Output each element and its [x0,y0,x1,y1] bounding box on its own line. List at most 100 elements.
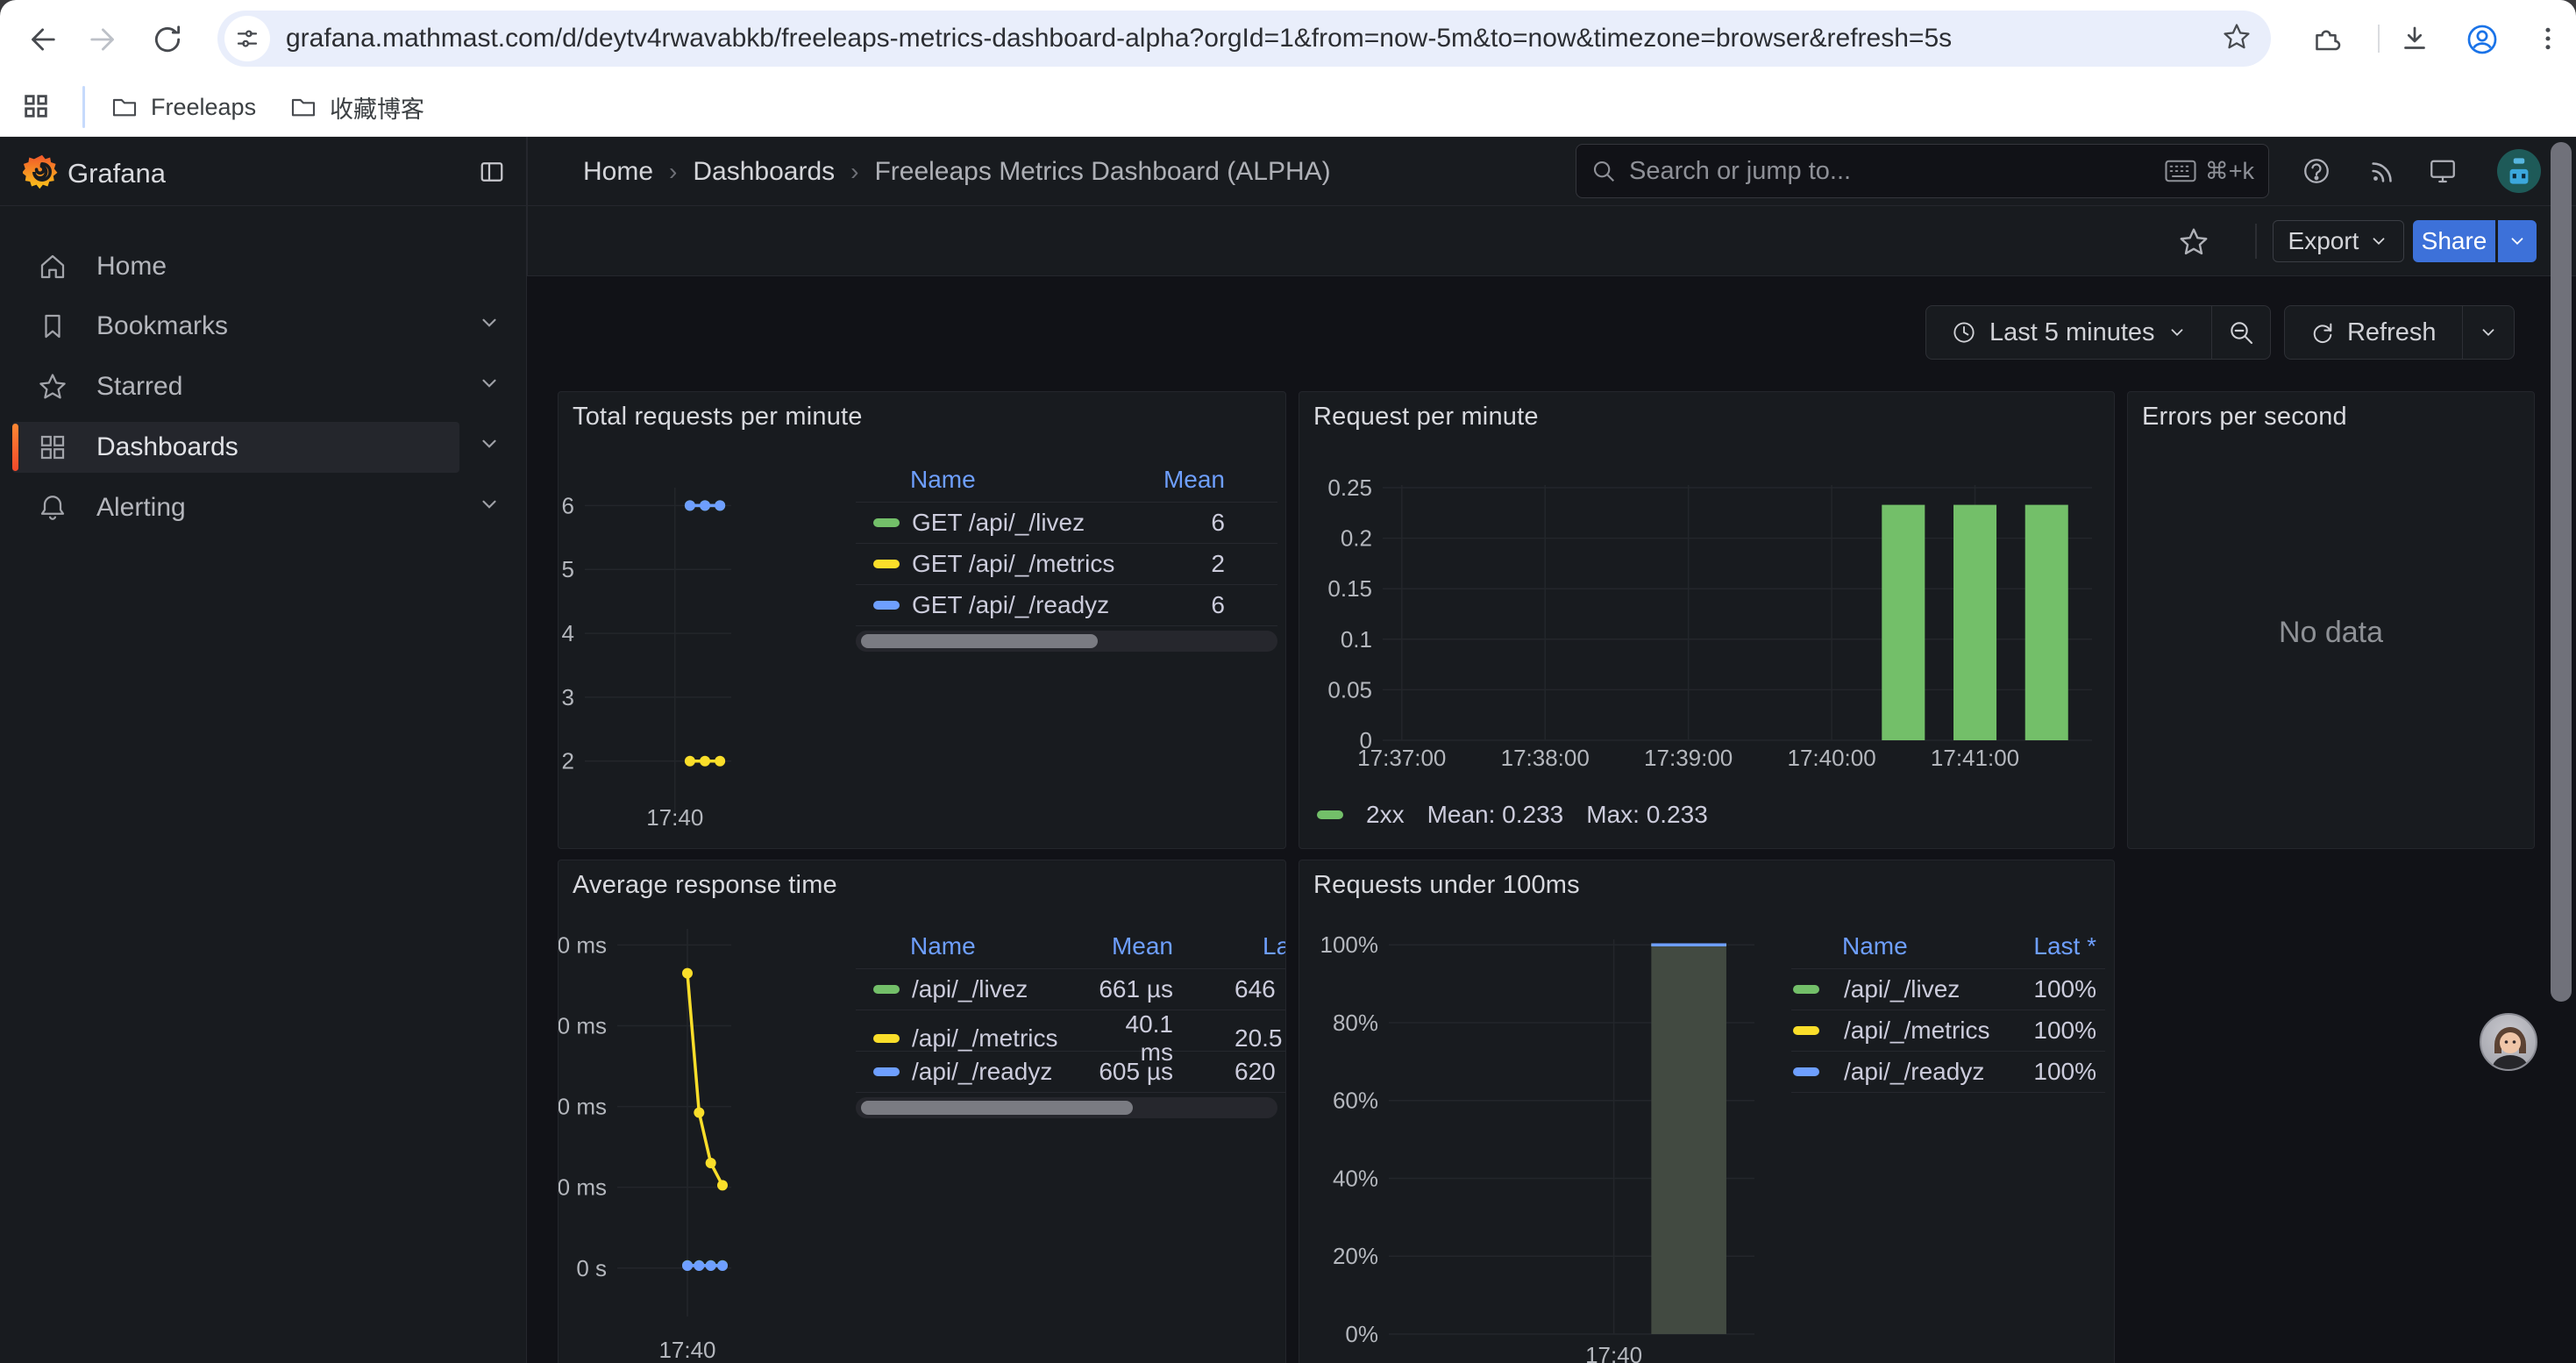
legend-horizontal-scrollbar[interactable] [856,1097,1277,1118]
refresh-interval-button[interactable] [2463,306,2514,359]
series-name[interactable]: /api/_/metrics [910,1024,1099,1053]
series-name[interactable]: /api/_/readyz [910,1058,1099,1086]
series-mean: 605 µs [1099,1058,1235,1086]
panel-title[interactable]: Requests under 100ms [1313,871,1580,900]
svg-text:17:41:00: 17:41:00 [1931,745,2019,771]
bar-chart[interactable]: 0.250.20.150.10.05017:37:0017:38:0017:39… [1312,457,2110,825]
legend-table: Name Last * /api/_/livez 100% /api/_/met… [1791,924,2105,1093]
svg-text:40%: 40% [1333,1165,1378,1191]
sidebar-item-alerting[interactable]: Alerting [0,482,526,533]
series-name[interactable]: GET /api/_/readyz [910,591,1137,619]
series-name[interactable]: /api/_/readyz [1842,1058,1991,1086]
legend-col-mean[interactable]: Mean [1099,932,1235,960]
series-mean: Mean: 0.233 [1427,801,1564,829]
chevron-down-icon[interactable] [478,432,501,462]
series-color-chip [873,1067,900,1076]
chevron-down-icon[interactable] [478,493,501,523]
browser-profile-icon[interactable] [2466,23,2499,56]
legend: 2xx Mean: 0.233 Max: 0.233 [1317,801,1708,829]
sidebar-item-dashboards[interactable]: Dashboards [0,422,526,473]
legend-col-name[interactable]: Name [910,466,1137,494]
share-button[interactable]: Share [2413,220,2495,262]
url-text[interactable]: grafana.mathmast.com/d/deytv4rwavabkb/fr… [286,24,2222,54]
series-name[interactable]: /api/_/metrics [1842,1017,1991,1045]
chevron-down-icon[interactable] [478,372,501,402]
sidebar-item-starred[interactable]: Starred [0,361,526,412]
breadcrumb: Home › Dashboards › Freeleaps Metrics Da… [583,137,1331,206]
toolbar-divider [2378,25,2380,53]
search-input[interactable]: Search or jump to... ⌘+k [1576,144,2269,198]
series-name[interactable]: /api/_/livez [910,975,1099,1003]
star-dashboard-icon[interactable] [2178,226,2210,258]
series-name[interactable]: GET /api/_/metrics [910,550,1137,578]
bookmark-folder-freeleaps[interactable]: Freeleaps [110,77,256,137]
panel-title[interactable]: Total requests per minute [573,403,863,432]
help-icon[interactable] [2290,144,2343,198]
grafana-logo[interactable] [23,153,61,191]
line-chart[interactable]: 80 ms60 ms40 ms20 ms0 s17:40 [558,913,895,1363]
series-name[interactable]: 2xx [1366,801,1405,829]
legend-horizontal-scrollbar[interactable] [856,631,1277,652]
back-icon[interactable] [25,23,58,56]
chevron-down-icon[interactable] [478,311,501,341]
panel-title[interactable]: Errors per second [2142,403,2347,432]
page-scrollbar[interactable] [2546,137,2576,1363]
legend-table: Name Mean Last * /api/_/livez 661 µs 646… [856,924,1286,1118]
sidebar-item-label: Bookmarks [96,311,228,341]
series-color-chip [873,985,900,994]
series-name[interactable]: /api/_/livez [1842,975,1991,1003]
bookmark-star-icon[interactable] [2222,22,2252,56]
share-menu-button[interactable] [2498,220,2537,262]
news-rss-icon[interactable] [2357,144,2409,198]
search-shortcut: ⌘+k [2165,158,2254,185]
download-icon[interactable] [2399,23,2430,54]
svg-text:60 ms: 60 ms [558,1013,607,1039]
panel-requests-under-100ms: Requests under 100ms 100%80%60%40%20%0%1… [1299,860,2115,1363]
assistant-avatar[interactable] [2480,1013,2537,1071]
site-settings-icon[interactable] [224,16,270,61]
svg-text:0.2: 0.2 [1341,525,1372,552]
svg-text:17:38:00: 17:38:00 [1501,745,1590,771]
zoom-out-button[interactable] [2212,306,2270,359]
svg-text:17:40: 17:40 [658,1337,715,1363]
sidebar-item-home[interactable]: Home [0,241,526,292]
series-mean: 6 [1137,591,1277,619]
export-button[interactable]: Export [2273,220,2404,262]
apps-grid-icon[interactable] [21,91,51,121]
sidebar-item-label: Alerting [96,493,186,523]
svg-text:2: 2 [562,748,574,774]
legend-col-name[interactable]: Name [910,932,1099,960]
legend-col-name[interactable]: Name [1842,932,1991,960]
grafana-brand[interactable]: Grafana [68,158,166,189]
legend-col-last[interactable]: Last * [1991,932,2105,960]
scrollbar-thumb[interactable] [2551,142,2572,1002]
legend-row: /api/_/livez 100% [1791,969,2105,1010]
browser-menu-icon[interactable] [2532,23,2564,54]
panel-title[interactable]: Request per minute [1313,403,1539,432]
address-bar[interactable]: grafana.mathmast.com/d/deytv4rwavabkb/fr… [217,11,2271,67]
user-avatar[interactable] [2497,149,2541,193]
svg-text:17:40:00: 17:40:00 [1787,745,1875,771]
series-name[interactable]: GET /api/_/livez [910,509,1137,537]
active-item-accent [12,424,18,471]
panel-title[interactable]: Average response time [573,871,837,900]
series-color-chip [873,518,900,527]
breadcrumb-chevron-icon: › [669,158,677,186]
breadcrumb-home[interactable]: Home [583,157,653,187]
line-chart[interactable]: 6543217:40 [558,466,886,834]
series-last: 620 [1235,1058,1286,1086]
sidebar-item-bookmarks[interactable]: Bookmarks [0,301,526,352]
collapse-sidebar-icon[interactable] [476,156,508,188]
monitor-icon[interactable] [2416,144,2469,198]
extensions-icon[interactable] [2310,23,2342,54]
bookmark-folder-blogs[interactable]: 收藏博客 [289,77,424,137]
forward-icon[interactable] [88,23,121,56]
time-range-picker[interactable]: Last 5 minutes [1926,306,2211,359]
refresh-button[interactable]: Refresh [2285,306,2462,359]
area-chart[interactable]: 100%80%60%40%20%0%17:40 [1307,913,1798,1363]
home-icon [37,251,68,282]
legend-col-last[interactable]: Last * [1235,932,1286,960]
reload-icon[interactable] [151,23,184,56]
legend-col-mean[interactable]: Mean [1137,466,1277,494]
breadcrumb-dashboards[interactable]: Dashboards [693,157,835,187]
